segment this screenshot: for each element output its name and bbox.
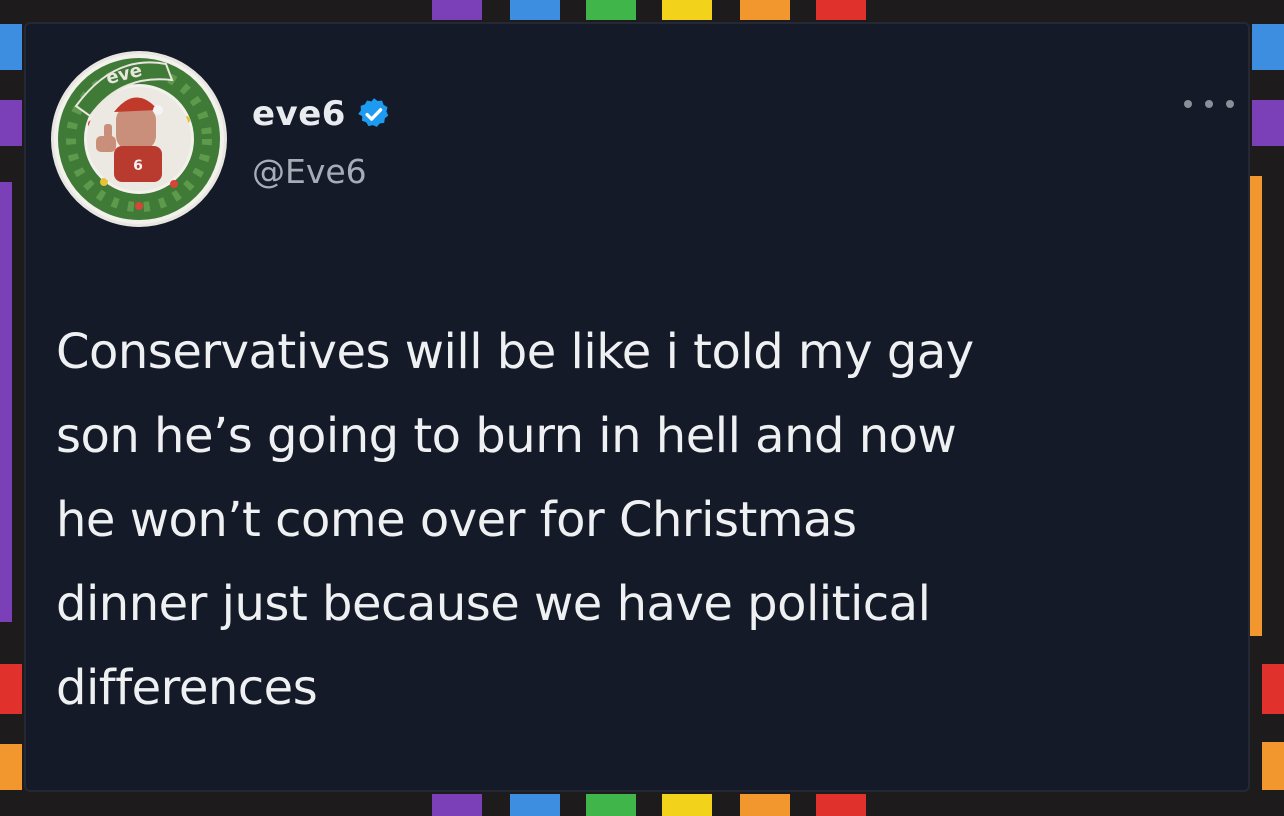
more-options-icon[interactable] (1184, 96, 1234, 112)
border-segment-orange-left (0, 744, 22, 790)
verified-badge-icon (358, 98, 389, 127)
border-segment-red-bottom (816, 794, 866, 816)
author-name-row: eve6 (252, 94, 392, 134)
border-segment-orange-right-long (1250, 176, 1262, 636)
border-segment-orange-right (1262, 742, 1284, 790)
border-segment-red-top (816, 0, 866, 20)
border-segment-blue-top (510, 0, 560, 20)
border-segment-green-bottom (586, 794, 636, 816)
border-segment-purple-top (432, 0, 482, 20)
border-segment-orange-top (740, 0, 790, 20)
border-segment-purple-left (0, 100, 22, 146)
border-segment-blue-right (1252, 24, 1284, 70)
border-segment-purple-left-long (0, 182, 12, 622)
border-segment-purple-bottom (432, 794, 482, 816)
border-segment-green-top (586, 0, 636, 20)
border-segment-red-right (1262, 664, 1284, 714)
border-segment-blue-left (0, 24, 22, 70)
border-segment-red-left (0, 664, 22, 714)
display-name[interactable]: eve6 (252, 94, 346, 134)
tweet-text: Conservatives will be like i told my gay… (56, 324, 974, 716)
more-dot (1226, 100, 1234, 108)
avatar[interactable]: 6 eve (54, 54, 224, 224)
tweet-card: 6 eve eve6 @Eve6 Conservatives will be l… (26, 24, 1248, 790)
user-handle[interactable]: @Eve6 (252, 152, 367, 191)
border-segment-yellow-top (662, 0, 712, 20)
border-segment-purple-right (1252, 100, 1284, 146)
more-dot (1205, 100, 1213, 108)
border-segment-orange-bottom (740, 794, 790, 816)
border-segment-blue-bottom (510, 794, 560, 816)
more-dot (1184, 100, 1192, 108)
border-segment-yellow-bottom (662, 794, 712, 816)
